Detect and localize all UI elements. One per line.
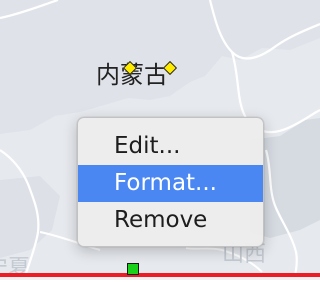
- menu-item-remove[interactable]: Remove: [78, 202, 263, 239]
- context-menu: Edit... Format... Remove: [77, 117, 264, 247]
- menu-item-format[interactable]: Format...: [78, 165, 263, 202]
- square-handle-icon[interactable]: [127, 263, 139, 275]
- menu-item-edit[interactable]: Edit...: [78, 128, 263, 165]
